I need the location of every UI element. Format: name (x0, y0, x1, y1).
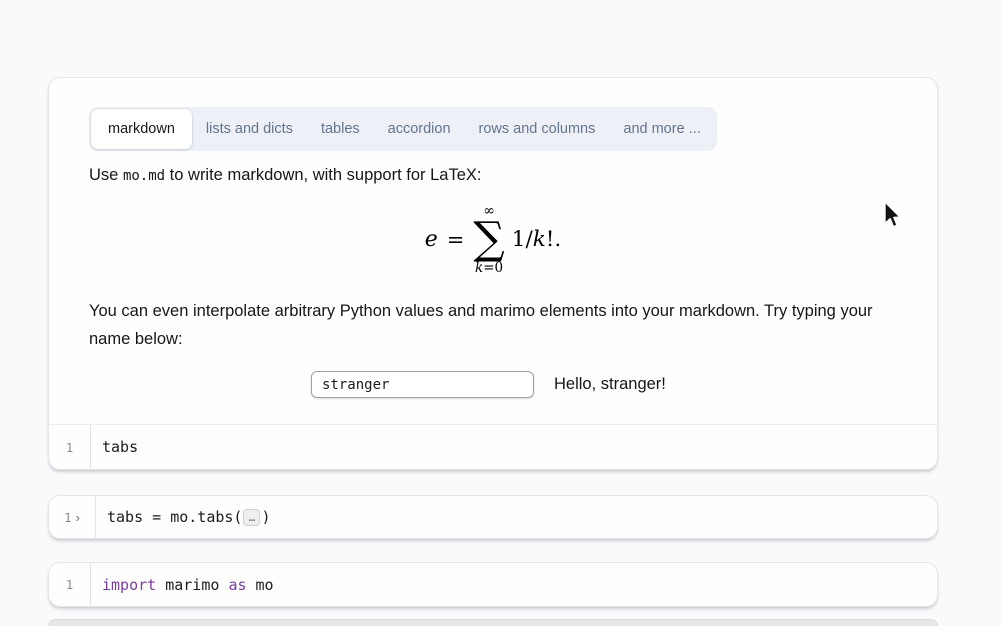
tab-accordion[interactable]: accordion (374, 109, 465, 149)
cell-import: 1 import marimo as mo (48, 562, 938, 607)
cell-code-editor[interactable]: 1 tabs (49, 424, 937, 469)
tab-markdown[interactable]: markdown (91, 109, 192, 149)
fold-chevron-icon[interactable]: › (76, 511, 80, 524)
greeting-text: Hello, stranger! (554, 375, 666, 394)
line-number-gutter: 1 › (49, 496, 96, 538)
line-number-gutter: 1 (49, 563, 91, 606)
name-input[interactable] (311, 371, 534, 398)
intro-pre: Use (89, 166, 123, 184)
formula-e: e (425, 227, 438, 252)
tab-lists-and-dicts[interactable]: lists and dicts (192, 109, 307, 149)
intro-post: to write markdown, with support for LaTe… (165, 166, 481, 184)
collapsed-code-chip[interactable]: … (243, 509, 260, 526)
line-number: 1 (66, 440, 74, 455)
intro-paragraph: Use mo.md to write markdown, with suppor… (89, 166, 481, 185)
formula-sum-lower: k=0 (475, 262, 503, 276)
line-number: 1 (66, 577, 74, 592)
keyword-import: import (102, 576, 156, 594)
code-line[interactable]: tabs = mo.tabs(…) (96, 496, 271, 538)
tab-tables[interactable]: tables (307, 109, 374, 149)
cell-code-editor[interactable]: 1 › tabs = mo.tabs(…) (49, 496, 937, 538)
tab-rows-and-columns[interactable]: rows and columns (465, 109, 610, 149)
inline-code-mo-md: mo.md (123, 168, 165, 184)
latex-formula: e = ∞ ∑ k=0 1/k!. (49, 204, 937, 276)
notebook-canvas: markdown lists and dicts tables accordio… (0, 0, 1002, 626)
tabs-bar: markdown lists and dicts tables accordio… (89, 107, 717, 151)
name-input-row: Hello, stranger! (311, 371, 666, 398)
code-line[interactable]: tabs (91, 425, 138, 469)
cell-code-editor[interactable]: 1 import marimo as mo (49, 563, 937, 606)
code-line[interactable]: import marimo as mo (91, 563, 274, 606)
sigma-symbol: ∑ (473, 219, 504, 259)
next-cell-peek[interactable] (48, 619, 938, 626)
cell-tabs-definition: 1 › tabs = mo.tabs(…) (48, 495, 938, 539)
cell-tabs-output: markdown lists and dicts tables accordio… (48, 77, 938, 470)
formula-rhs: 1/k!. (512, 227, 561, 252)
line-number-gutter: 1 (49, 425, 91, 469)
formula-equals: = (447, 228, 465, 252)
line-number: 1 (64, 510, 72, 525)
formula-sum: ∞ ∑ k=0 (473, 204, 504, 276)
body-paragraph: You can even interpolate arbitrary Pytho… (89, 297, 887, 353)
keyword-as: as (228, 576, 246, 594)
tab-and-more[interactable]: and more ... (609, 109, 714, 149)
